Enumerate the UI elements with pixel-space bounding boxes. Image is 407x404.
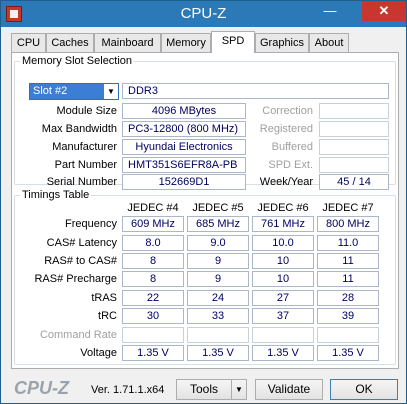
timing-cell: 24 bbox=[187, 290, 249, 306]
timing-cell: 39 bbox=[317, 308, 379, 324]
group-title: Memory Slot Selection bbox=[20, 55, 135, 67]
timing-cell: 1.35 V bbox=[317, 345, 379, 361]
timing-cell bbox=[122, 327, 184, 343]
timing-cell: 28 bbox=[317, 290, 379, 306]
timing-cell: 8 bbox=[122, 253, 184, 269]
max-bandwidth-label: Max Bandwidth bbox=[41, 123, 117, 135]
timing-cell: 11 bbox=[317, 271, 379, 287]
part-number-field: HMT351S6EFR8A-PB bbox=[122, 157, 246, 173]
timing-cell: 1.35 V bbox=[122, 345, 184, 361]
tab-bar: CPU Caches Mainboard Memory SPD Graphics… bbox=[11, 31, 401, 53]
manufacturer-label: Manufacturer bbox=[52, 141, 117, 153]
buffered-label: Buffered bbox=[271, 141, 313, 153]
tab-graphics[interactable]: Graphics bbox=[255, 33, 309, 53]
minimize-icon[interactable]: — bbox=[317, 1, 343, 21]
tab-memory[interactable]: Memory bbox=[161, 33, 211, 53]
column-header: JEDEC #6 bbox=[257, 202, 309, 214]
timing-cell: 27 bbox=[252, 290, 314, 306]
tab-spd[interactable]: SPD bbox=[211, 31, 255, 53]
ras-to-cas-label: RAS# to CAS# bbox=[44, 255, 117, 267]
spd-ext-label: SPD Ext. bbox=[268, 159, 313, 171]
timing-cell: 800 MHz bbox=[317, 216, 379, 232]
timing-cell: 685 MHz bbox=[187, 216, 249, 232]
timing-cell: 30 bbox=[122, 308, 184, 324]
part-number-label: Part Number bbox=[54, 159, 117, 171]
timing-cell: 8.0 bbox=[122, 235, 184, 251]
timing-cell bbox=[317, 327, 379, 343]
correction-field bbox=[319, 103, 389, 119]
tab-about[interactable]: About bbox=[309, 33, 349, 53]
max-bandwidth-field: PC3-12800 (800 MHz) bbox=[122, 121, 246, 137]
cpuz-window: CPU-Z — ✕ CPU Caches Mainboard Memory SP… bbox=[0, 0, 407, 404]
trc-label: tRC bbox=[98, 310, 117, 322]
timing-cell bbox=[252, 327, 314, 343]
week-year-label: Week/Year bbox=[259, 176, 313, 188]
week-year-field: 45 / 14 bbox=[319, 174, 389, 190]
column-header: JEDEC #7 bbox=[322, 202, 374, 214]
tab-mainboard[interactable]: Mainboard bbox=[94, 33, 161, 53]
timing-cell: 9 bbox=[187, 271, 249, 287]
timing-cell: 8 bbox=[122, 271, 184, 287]
chevron-down-icon: ▼ bbox=[104, 84, 118, 99]
title-bar[interactable]: CPU-Z — ✕ bbox=[1, 1, 406, 27]
tab-cpu[interactable]: CPU bbox=[11, 33, 46, 53]
timing-cell: 9.0 bbox=[187, 235, 249, 251]
timing-cell: 761 MHz bbox=[252, 216, 314, 232]
cas-latency-label: CAS# Latency bbox=[46, 237, 117, 249]
correction-label: Correction bbox=[262, 105, 313, 117]
validate-button[interactable]: Validate bbox=[255, 379, 323, 400]
slot-select[interactable]: Slot #2 ▼ bbox=[29, 83, 119, 100]
timing-cell: 10 bbox=[252, 253, 314, 269]
serial-number-label: Serial Number bbox=[46, 176, 117, 188]
timing-cell: 11.0 bbox=[317, 235, 379, 251]
timing-cell: 1.35 V bbox=[252, 345, 314, 361]
tools-dropdown-icon[interactable]: ▼ bbox=[231, 379, 247, 400]
timing-cell: 1.35 V bbox=[187, 345, 249, 361]
tab-caches[interactable]: Caches bbox=[46, 33, 94, 53]
close-icon[interactable]: ✕ bbox=[362, 1, 406, 21]
slot-select-value: Slot #2 bbox=[33, 85, 68, 97]
serial-number-field: 152669D1 bbox=[122, 174, 246, 190]
buffered-field bbox=[319, 139, 389, 155]
manufacturer-field: Hyundai Electronics bbox=[122, 139, 246, 155]
timing-cell: 9 bbox=[187, 253, 249, 269]
tools-button[interactable]: Tools bbox=[176, 379, 232, 400]
timing-cell: 609 MHz bbox=[122, 216, 184, 232]
spd-panel: Memory Slot Selection Slot #2 ▼ DDR3 Mod… bbox=[11, 52, 399, 369]
column-header: JEDEC #4 bbox=[127, 202, 179, 214]
timing-cell: 37 bbox=[252, 308, 314, 324]
timings-group: Timings Table JEDEC #4 JEDEC #5 JEDEC #6… bbox=[14, 189, 396, 365]
command-rate-label: Command Rate bbox=[39, 329, 117, 341]
registered-label: Registered bbox=[259, 123, 313, 135]
registered-field bbox=[319, 121, 389, 137]
spd-ext-field bbox=[319, 157, 389, 173]
memory-type-field: DDR3 bbox=[122, 83, 389, 99]
group-title: Timings Table bbox=[20, 189, 92, 201]
voltage-label: Voltage bbox=[80, 347, 117, 359]
timing-cell: 11 bbox=[317, 253, 379, 269]
cpuz-logo: CPU-Z bbox=[14, 378, 69, 398]
ras-precharge-label: RAS# Precharge bbox=[34, 273, 117, 285]
memory-slot-group: Memory Slot Selection Slot #2 ▼ DDR3 Mod… bbox=[14, 55, 396, 190]
timing-cell: 22 bbox=[122, 290, 184, 306]
tras-label: tRAS bbox=[91, 292, 117, 304]
module-size-field: 4096 MBytes bbox=[122, 103, 246, 119]
module-size-label: Module Size bbox=[56, 105, 117, 117]
frequency-label: Frequency bbox=[65, 218, 117, 230]
timing-cell bbox=[187, 327, 249, 343]
version-text: Ver. 1.71.1.x64 bbox=[91, 384, 165, 396]
column-header: JEDEC #5 bbox=[192, 202, 244, 214]
timing-cell: 33 bbox=[187, 308, 249, 324]
ok-button[interactable]: OK bbox=[330, 379, 398, 400]
timing-cell: 10.0 bbox=[252, 235, 314, 251]
timing-cell: 10 bbox=[252, 271, 314, 287]
